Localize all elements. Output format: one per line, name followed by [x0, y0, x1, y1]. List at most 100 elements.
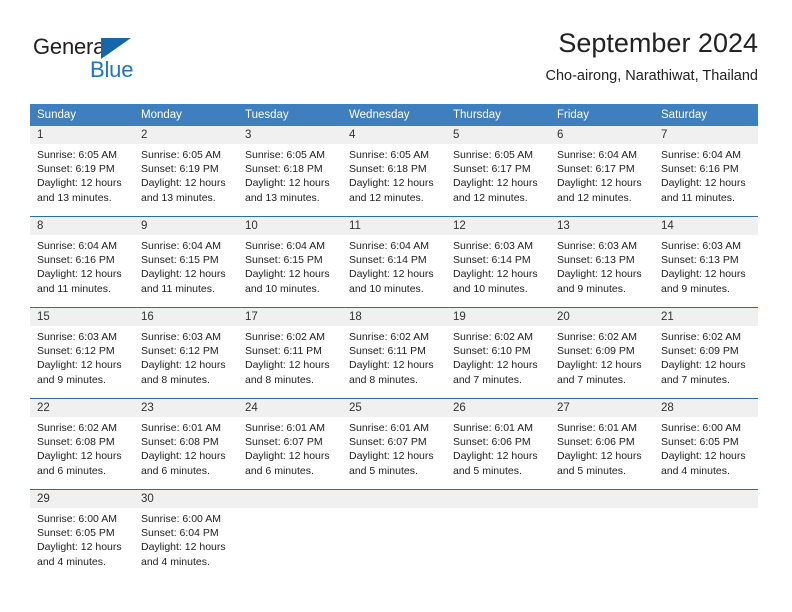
- day-number: 1: [30, 126, 134, 144]
- daylight-text-line2: and 4 minutes.: [661, 464, 730, 477]
- daylight-text-line1: Daylight: 12 hours: [37, 450, 122, 463]
- calendar-day-cell[interactable]: 20 Sunrise: 6:02 AM Sunset: 6:09 PM Dayligh…: [550, 308, 654, 398]
- day-number: [238, 490, 342, 508]
- sunset-text: Sunset: 6:13 PM: [661, 254, 739, 267]
- sunrise-text: Sunrise: 6:02 AM: [453, 331, 533, 343]
- calendar-day-cell[interactable]: 10 Sunrise: 6:04 AM Sunset: 6:15 PM Dayligh…: [238, 217, 342, 307]
- sunrise-text: Sunrise: 6:03 AM: [37, 331, 117, 343]
- calendar-day-cell[interactable]: 17 Sunrise: 6:02 AM Sunset: 6:11 PM Dayligh…: [238, 308, 342, 398]
- calendar-day-cell[interactable]: 12 Sunrise: 6:03 AM Sunset: 6:14 PM Dayligh…: [446, 217, 550, 307]
- calendar-day-cell[interactable]: 27 Sunrise: 6:01 AM Sunset: 6:06 PM Dayligh…: [550, 399, 654, 489]
- day-details: Sunrise: 6:02 AM Sunset: 6:11 PM Daylight:…: [342, 326, 446, 387]
- day-number: 7: [654, 126, 758, 144]
- calendar-day-cell[interactable]: [446, 490, 550, 580]
- calendar-day-cell[interactable]: 26 Sunrise: 6:01 AM Sunset: 6:06 PM Dayligh…: [446, 399, 550, 489]
- daylight-text-line2: and 6 minutes.: [37, 464, 106, 477]
- calendar-day-cell[interactable]: 11 Sunrise: 6:04 AM Sunset: 6:14 PM Dayligh…: [342, 217, 446, 307]
- sunset-text: Sunset: 6:14 PM: [453, 254, 531, 267]
- day-cell-content: 14 Sunrise: 6:03 AM Sunset: 6:13 PM Dayligh…: [654, 217, 758, 307]
- day-cell-content: 16 Sunrise: 6:03 AM Sunset: 6:12 PM Dayligh…: [134, 308, 238, 398]
- calendar-day-cell[interactable]: 16 Sunrise: 6:03 AM Sunset: 6:12 PM Dayligh…: [134, 308, 238, 398]
- sunrise-text: Sunrise: 6:05 AM: [349, 149, 429, 161]
- calendar-day-cell[interactable]: 28 Sunrise: 6:00 AM Sunset: 6:05 PM Dayligh…: [654, 399, 758, 489]
- sunset-text: Sunset: 6:11 PM: [245, 345, 322, 358]
- daylight-text-line1: Daylight: 12 hours: [37, 268, 122, 281]
- daylight-text-line2: and 10 minutes.: [245, 282, 320, 295]
- calendar-day-cell[interactable]: 9 Sunrise: 6:04 AM Sunset: 6:15 PM Daylight…: [134, 217, 238, 307]
- calendar-day-cell[interactable]: [550, 490, 654, 580]
- sunset-text: Sunset: 6:04 PM: [141, 527, 219, 540]
- sunrise-text: Sunrise: 6:01 AM: [453, 422, 533, 434]
- calendar-day-cell[interactable]: [342, 490, 446, 580]
- calendar-body: 1 Sunrise: 6:05 AM Sunset: 6:19 PM Daylight…: [30, 126, 758, 580]
- title-block: September 2024 Cho-airong, Narathiwat, T…: [545, 26, 758, 86]
- daylight-text-line1: Daylight: 12 hours: [349, 177, 434, 190]
- day-number: 30: [134, 490, 238, 508]
- day-details: Sunrise: 6:04 AM Sunset: 6:17 PM Daylight:…: [550, 144, 654, 205]
- day-cell-content: 28 Sunrise: 6:00 AM Sunset: 6:05 PM Dayligh…: [654, 399, 758, 489]
- generalblue-logo[interactable]: General Blue: [33, 34, 183, 90]
- daylight-text-line1: Daylight: 12 hours: [453, 359, 538, 372]
- calendar-day-cell[interactable]: [654, 490, 758, 580]
- calendar-day-cell[interactable]: 14 Sunrise: 6:03 AM Sunset: 6:13 PM Dayligh…: [654, 217, 758, 307]
- calendar-day-cell[interactable]: 18 Sunrise: 6:02 AM Sunset: 6:11 PM Dayligh…: [342, 308, 446, 398]
- day-number: 23: [134, 399, 238, 417]
- day-number: 27: [550, 399, 654, 417]
- sunrise-text: Sunrise: 6:05 AM: [245, 149, 325, 161]
- daylight-text-line2: and 7 minutes.: [557, 373, 626, 386]
- calendar-day-cell[interactable]: 6 Sunrise: 6:04 AM Sunset: 6:17 PM Daylight…: [550, 126, 654, 216]
- sunrise-text: Sunrise: 6:01 AM: [557, 422, 637, 434]
- calendar-day-cell[interactable]: 13 Sunrise: 6:03 AM Sunset: 6:13 PM Dayligh…: [550, 217, 654, 307]
- calendar-day-cell[interactable]: 15 Sunrise: 6:03 AM Sunset: 6:12 PM Dayligh…: [30, 308, 134, 398]
- day-details: Sunrise: 6:02 AM Sunset: 6:09 PM Daylight:…: [550, 326, 654, 387]
- day-cell-content: 13 Sunrise: 6:03 AM Sunset: 6:13 PM Dayligh…: [550, 217, 654, 307]
- daylight-text-line2: and 11 minutes.: [141, 282, 215, 295]
- calendar-day-cell[interactable]: 19 Sunrise: 6:02 AM Sunset: 6:10 PM Dayligh…: [446, 308, 550, 398]
- day-number: 17: [238, 308, 342, 326]
- daylight-text-line1: Daylight: 12 hours: [141, 268, 226, 281]
- sunset-text: Sunset: 6:05 PM: [37, 527, 115, 540]
- calendar-day-cell[interactable]: 24 Sunrise: 6:01 AM Sunset: 6:07 PM Dayligh…: [238, 399, 342, 489]
- day-details: Sunrise: 6:01 AM Sunset: 6:07 PM Daylight:…: [238, 417, 342, 478]
- sunset-text: Sunset: 6:08 PM: [141, 436, 219, 449]
- calendar-table: Sunday Monday Tuesday Wednesday Thursday…: [30, 104, 758, 580]
- day-cell-content: [238, 490, 342, 580]
- calendar-day-cell[interactable]: 5 Sunrise: 6:05 AM Sunset: 6:17 PM Daylight…: [446, 126, 550, 216]
- day-number: [446, 490, 550, 508]
- calendar-day-cell[interactable]: 2 Sunrise: 6:05 AM Sunset: 6:19 PM Daylight…: [134, 126, 238, 216]
- sunset-text: Sunset: 6:16 PM: [37, 254, 115, 267]
- daylight-text-line1: Daylight: 12 hours: [557, 359, 642, 372]
- day-number: 15: [30, 308, 134, 326]
- sunset-text: Sunset: 6:14 PM: [349, 254, 427, 267]
- day-cell-content: 17 Sunrise: 6:02 AM Sunset: 6:11 PM Dayligh…: [238, 308, 342, 398]
- day-number: 9: [134, 217, 238, 235]
- day-number: 6: [550, 126, 654, 144]
- daylight-text-line2: and 6 minutes.: [245, 464, 314, 477]
- calendar-day-cell[interactable]: [238, 490, 342, 580]
- day-cell-content: 29 Sunrise: 6:00 AM Sunset: 6:05 PM Dayligh…: [30, 490, 134, 580]
- daylight-text-line2: and 9 minutes.: [37, 373, 106, 386]
- calendar-day-cell[interactable]: 4 Sunrise: 6:05 AM Sunset: 6:18 PM Daylight…: [342, 126, 446, 216]
- day-details: Sunrise: 6:03 AM Sunset: 6:13 PM Daylight:…: [654, 235, 758, 296]
- calendar-day-cell[interactable]: 29 Sunrise: 6:00 AM Sunset: 6:05 PM Dayligh…: [30, 490, 134, 580]
- day-details: Sunrise: 6:05 AM Sunset: 6:17 PM Daylight:…: [446, 144, 550, 205]
- day-details: Sunrise: 6:04 AM Sunset: 6:16 PM Daylight:…: [30, 235, 134, 296]
- calendar-day-cell[interactable]: 30 Sunrise: 6:00 AM Sunset: 6:04 PM Dayligh…: [134, 490, 238, 580]
- day-cell-content: 22 Sunrise: 6:02 AM Sunset: 6:08 PM Dayligh…: [30, 399, 134, 489]
- calendar-day-cell[interactable]: 3 Sunrise: 6:05 AM Sunset: 6:18 PM Daylight…: [238, 126, 342, 216]
- day-cell-content: 10 Sunrise: 6:04 AM Sunset: 6:15 PM Dayligh…: [238, 217, 342, 307]
- sunset-text: Sunset: 6:07 PM: [245, 436, 323, 449]
- daylight-text-line2: and 13 minutes.: [141, 191, 216, 204]
- calendar-day-cell[interactable]: 23 Sunrise: 6:01 AM Sunset: 6:08 PM Dayligh…: [134, 399, 238, 489]
- calendar-week-row: 22 Sunrise: 6:02 AM Sunset: 6:08 PM Dayligh…: [30, 399, 758, 489]
- daylight-text-line2: and 12 minutes.: [453, 191, 528, 204]
- day-details: Sunrise: 6:05 AM Sunset: 6:19 PM Daylight:…: [134, 144, 238, 205]
- calendar-day-cell[interactable]: 7 Sunrise: 6:04 AM Sunset: 6:16 PM Daylight…: [654, 126, 758, 216]
- calendar-day-cell[interactable]: 1 Sunrise: 6:05 AM Sunset: 6:19 PM Daylight…: [30, 126, 134, 216]
- day-cell-content: 7 Sunrise: 6:04 AM Sunset: 6:16 PM Daylight…: [654, 126, 758, 216]
- calendar-day-cell[interactable]: 22 Sunrise: 6:02 AM Sunset: 6:08 PM Dayligh…: [30, 399, 134, 489]
- calendar-day-cell[interactable]: 21 Sunrise: 6:02 AM Sunset: 6:09 PM Dayligh…: [654, 308, 758, 398]
- calendar-day-cell[interactable]: 25 Sunrise: 6:01 AM Sunset: 6:07 PM Dayligh…: [342, 399, 446, 489]
- calendar-day-cell[interactable]: 8 Sunrise: 6:04 AM Sunset: 6:16 PM Daylight…: [30, 217, 134, 307]
- sunrise-text: Sunrise: 6:03 AM: [661, 240, 741, 252]
